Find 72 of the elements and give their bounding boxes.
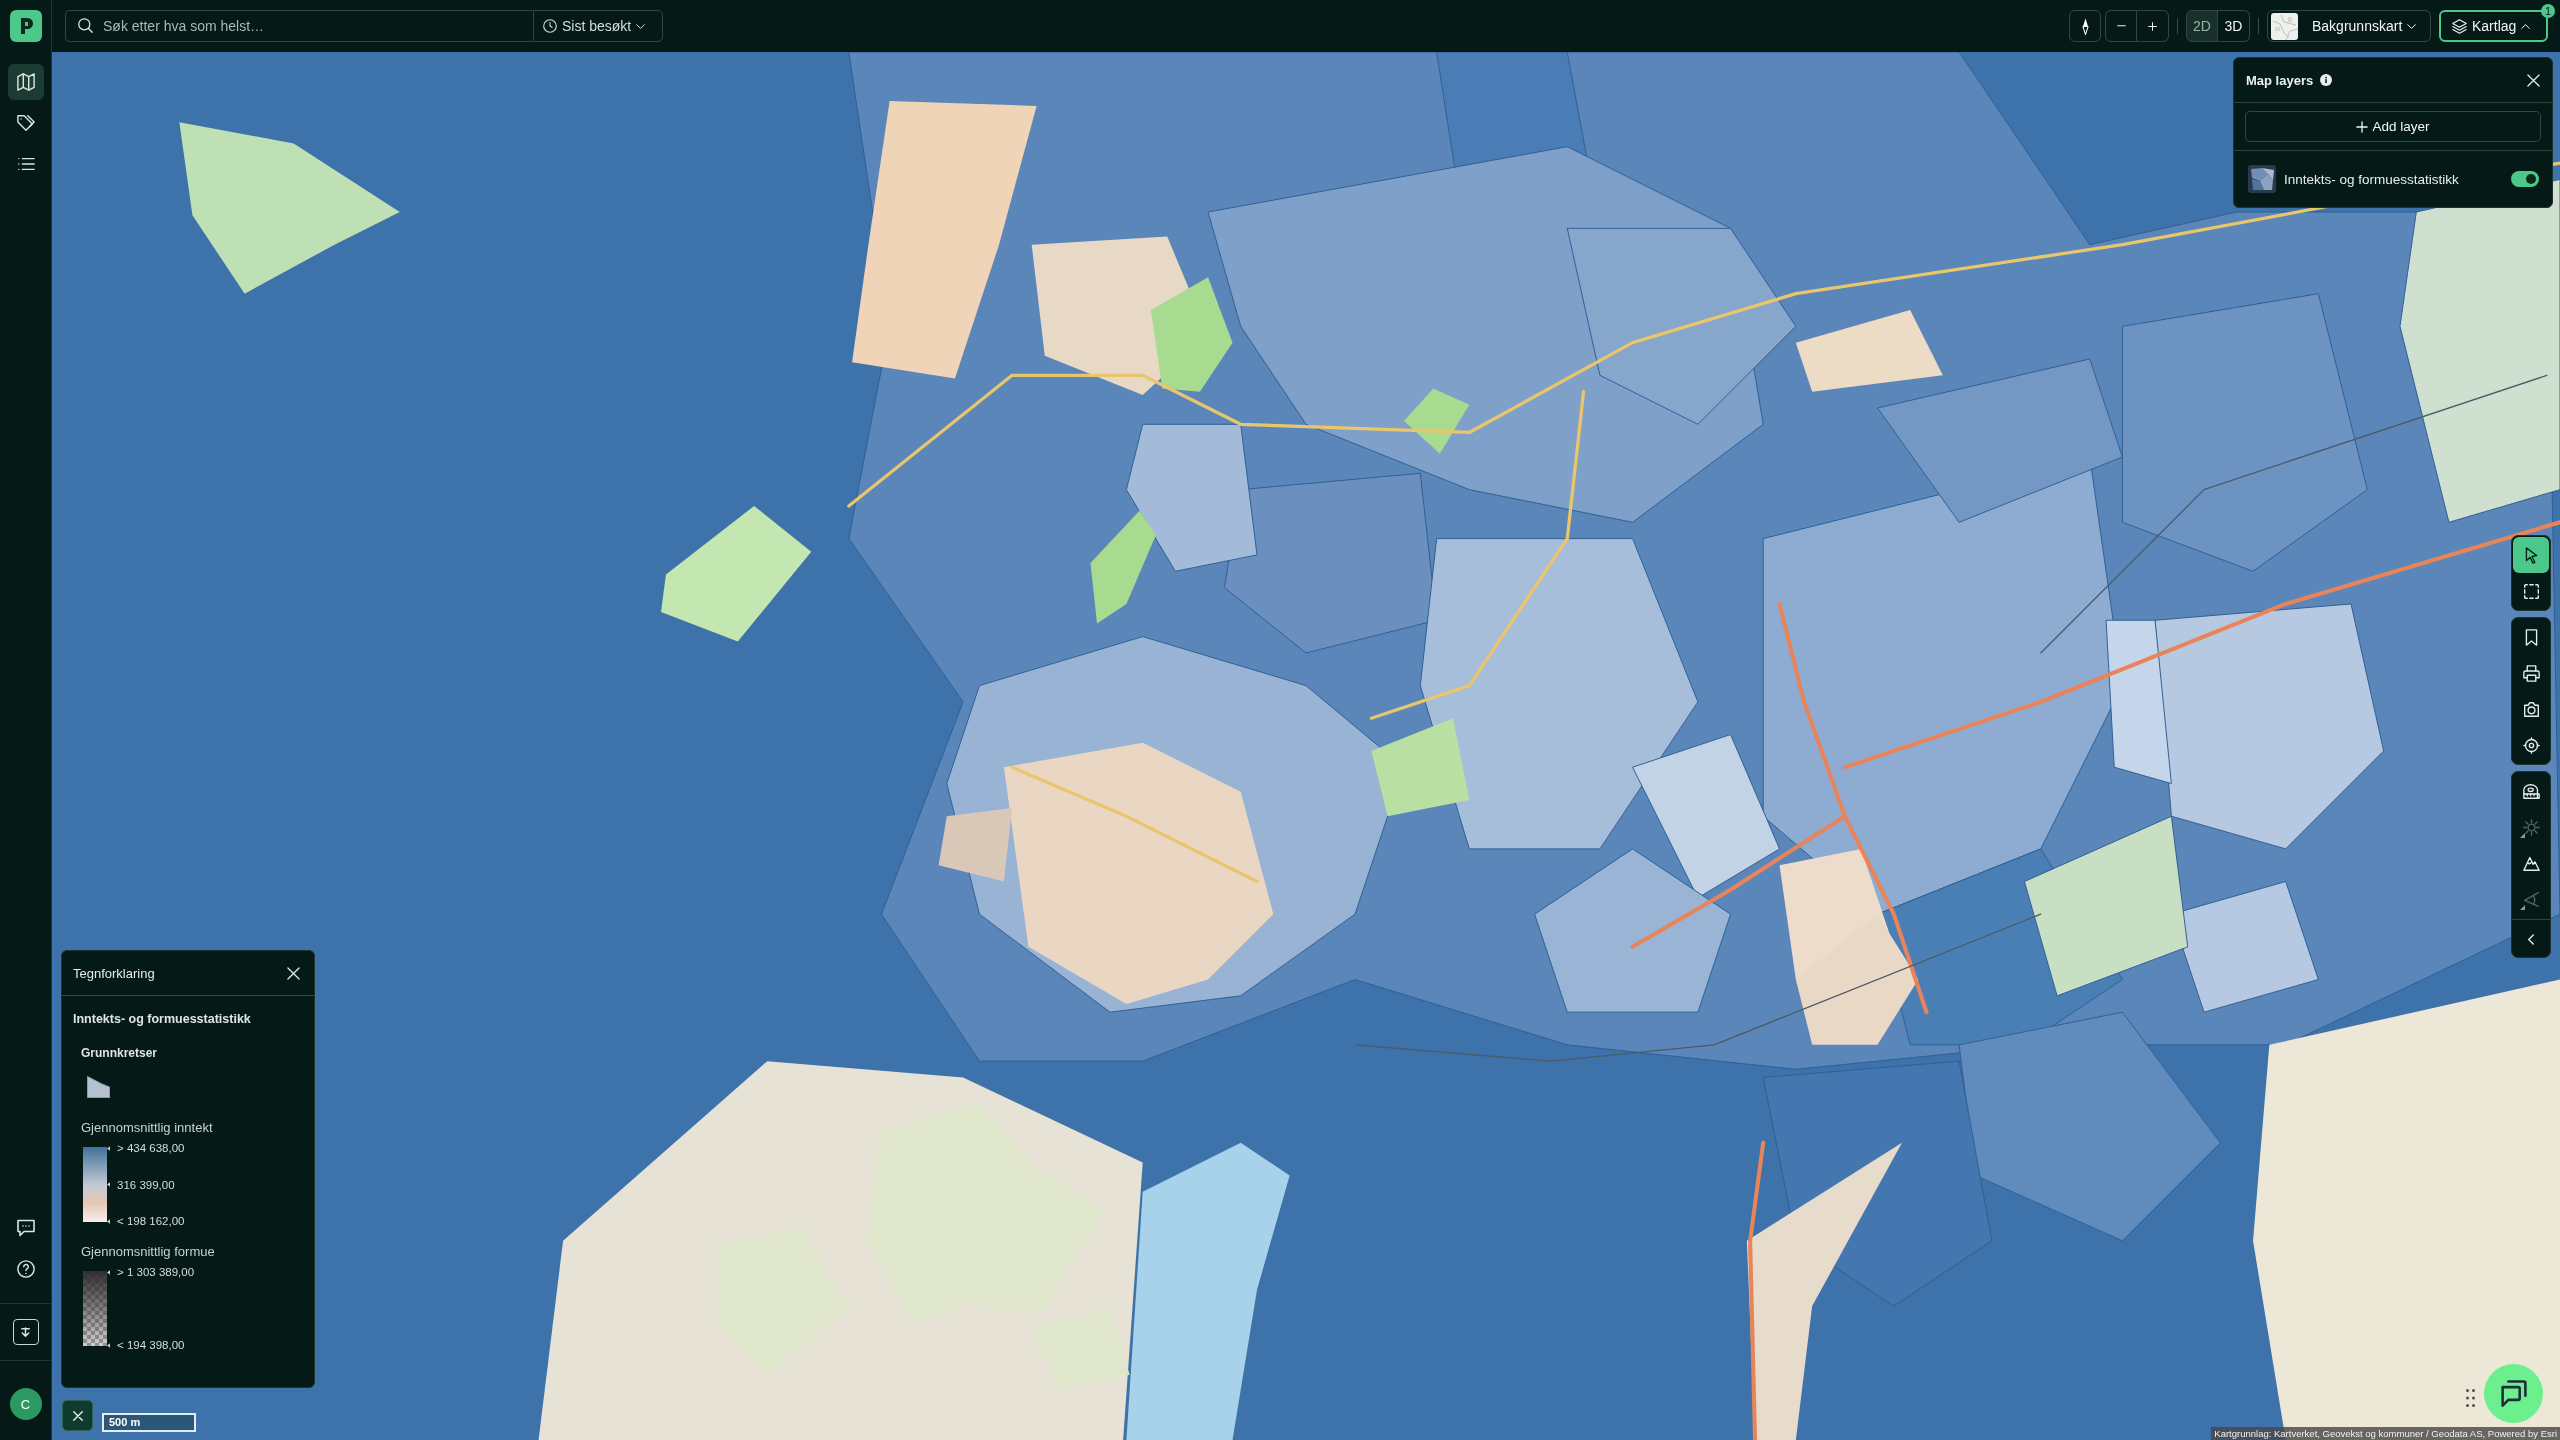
legend-toggle-button[interactable] bbox=[62, 1400, 93, 1431]
legend-field-title: Gjennomsnittlig inntekt bbox=[81, 1120, 214, 1135]
legend-value: > 434 638,00 bbox=[117, 1142, 185, 1154]
layer-name: Inntekts- og formuesstatistikk bbox=[2284, 171, 2459, 187]
camera-icon bbox=[2522, 700, 2540, 718]
search-icon bbox=[78, 18, 93, 33]
layer-thumbnail-icon bbox=[2248, 165, 2276, 193]
tick-icon bbox=[107, 1342, 110, 1348]
list-icon bbox=[16, 155, 35, 173]
recent-button[interactable]: Sist besøkt bbox=[533, 10, 663, 42]
compass-icon bbox=[2081, 17, 2089, 35]
legend-value: > 1 303 389,00 bbox=[117, 1266, 195, 1278]
close-icon bbox=[287, 966, 300, 980]
tick-icon bbox=[107, 1269, 110, 1275]
toggle-switch[interactable] bbox=[2511, 171, 2539, 187]
clock-icon bbox=[543, 19, 557, 33]
add-layer-button[interactable]: Add layer bbox=[2245, 111, 2541, 142]
plus-icon bbox=[2148, 21, 2157, 31]
user-avatar[interactable]: C bbox=[9, 1388, 42, 1420]
view-mode-tab[interactable]: 2D bbox=[2186, 10, 2218, 42]
download-icon bbox=[20, 1326, 31, 1338]
close-button[interactable] bbox=[2527, 73, 2540, 87]
tool-button[interactable] bbox=[2513, 537, 2549, 573]
help-icon bbox=[16, 1260, 35, 1278]
target-icon bbox=[2522, 736, 2540, 754]
view-mode-tab[interactable]: 3D bbox=[2218, 10, 2250, 42]
corner-triangle-icon bbox=[2520, 905, 2525, 910]
angle-icon bbox=[2522, 890, 2540, 908]
legend-layer-title: Inntekts- og formuesstatistikk bbox=[73, 1012, 252, 1026]
chat-bubbles-icon bbox=[2500, 1380, 2527, 1407]
chevron-down-icon bbox=[636, 23, 646, 29]
minus-icon bbox=[2116, 25, 2126, 27]
legend-group-title: Grunnkretser bbox=[81, 1046, 159, 1060]
polygon-swatch-icon bbox=[87, 1076, 110, 1098]
sidebar-item[interactable] bbox=[7, 64, 44, 100]
close-icon bbox=[72, 1410, 83, 1421]
tape-measure-icon bbox=[2522, 782, 2540, 800]
plus-icon bbox=[2356, 120, 2369, 133]
legend-value: < 194 398,00 bbox=[117, 1339, 185, 1351]
layers-button[interactable]: Kartlag bbox=[2439, 10, 2548, 42]
legend-field-title: Gjennomsnittlig formue bbox=[81, 1244, 216, 1259]
scale-bar: 500 m bbox=[102, 1413, 196, 1432]
compass-button[interactable] bbox=[2069, 10, 2101, 42]
mountain-icon bbox=[2522, 854, 2540, 872]
chevron-down-icon bbox=[2407, 23, 2416, 29]
sun-icon bbox=[2522, 818, 2540, 836]
legend-close-button[interactable] bbox=[287, 966, 300, 980]
map-icon bbox=[16, 73, 35, 91]
layers-icon bbox=[2452, 18, 2467, 34]
tick-icon bbox=[107, 1218, 110, 1224]
legend-title: Tegnforklaring bbox=[73, 965, 155, 981]
drag-handle-icon[interactable] bbox=[2466, 1389, 2475, 1407]
close-icon bbox=[2527, 73, 2540, 87]
chevron-left-icon bbox=[2528, 933, 2534, 945]
speech-bubble-icon bbox=[16, 1219, 35, 1237]
tick-icon bbox=[107, 1145, 110, 1151]
chevron-up-icon bbox=[2521, 23, 2531, 29]
printer-icon bbox=[2522, 664, 2540, 682]
info-icon[interactable] bbox=[2320, 74, 2333, 86]
map-thumbnail-icon bbox=[2271, 12, 2298, 40]
count-badge: 1 bbox=[2541, 4, 2555, 18]
map-attribution: Kartgrunnlag: Kartverket, Geovekst og kommuner / Geodata AS, Powered by Esri bbox=[2211, 1427, 2560, 1440]
panel-title: Map layers bbox=[2246, 72, 2314, 88]
tag-icon bbox=[16, 114, 35, 132]
basemap-button[interactable]: Bakgrunnskart bbox=[2267, 10, 2431, 42]
corner-triangle-icon bbox=[2520, 833, 2525, 838]
dashed-square-icon bbox=[2522, 582, 2540, 600]
legend-value: 316 399,00 bbox=[117, 1178, 175, 1191]
legend-value: < 198 162,00 bbox=[117, 1215, 185, 1227]
logo-icon[interactable] bbox=[9, 10, 42, 42]
search-field[interactable]: Søk etter hva som helst… bbox=[65, 10, 533, 42]
download-button[interactable] bbox=[12, 1319, 39, 1345]
